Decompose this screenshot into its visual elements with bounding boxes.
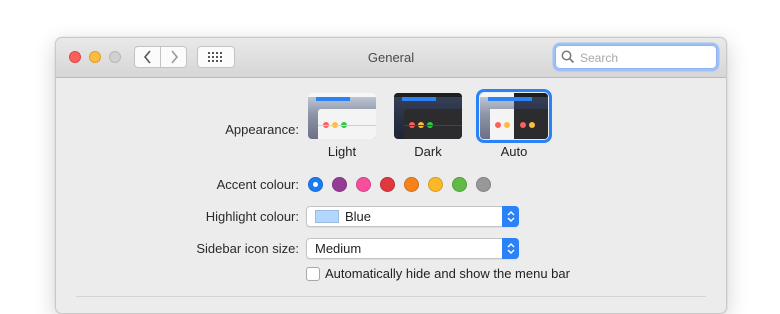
menu-bar-checkbox-label: Automatically hide and show the menu bar xyxy=(325,266,570,281)
accent-swatch-green[interactable] xyxy=(452,177,467,192)
system-preferences-window: General Appearance: Light Dark xyxy=(55,37,727,314)
search-icon xyxy=(561,50,575,64)
menu-bar-checkbox[interactable] xyxy=(306,267,320,281)
highlight-colour-popup[interactable]: Blue xyxy=(306,206,519,227)
appearance-dark-label: Dark xyxy=(414,144,442,159)
highlight-colour-value: Blue xyxy=(345,209,372,224)
sidebar-icon-size-popup[interactable]: Medium xyxy=(306,238,519,259)
sidebar-icon-size-stepper[interactable] xyxy=(502,238,519,259)
appearance-label: Appearance: xyxy=(225,122,299,137)
search-input[interactable] xyxy=(578,46,716,70)
accent-swatch-purple[interactable] xyxy=(332,177,347,192)
accent-colour-label: Accent colour: xyxy=(216,177,299,192)
title-bar: General xyxy=(56,38,726,78)
sidebar-icon-size-value: Medium xyxy=(315,241,362,256)
appearance-auto-label: Auto xyxy=(500,144,528,159)
sidebar-icon-size-label: Sidebar icon size: xyxy=(196,241,299,256)
chevron-up-down-icon xyxy=(507,243,514,254)
accent-swatch-red[interactable] xyxy=(380,177,395,192)
appearance-dark-thumbnail[interactable] xyxy=(394,93,462,139)
accent-swatch-pink[interactable] xyxy=(356,177,371,192)
chevron-up-down-icon xyxy=(507,211,514,222)
appearance-auto-thumbnail[interactable] xyxy=(476,89,552,143)
appearance-light-label: Light xyxy=(327,144,357,159)
divider xyxy=(76,296,706,297)
accent-swatch-graphite[interactable] xyxy=(476,177,491,192)
accent-swatch-orange[interactable] xyxy=(404,177,419,192)
appearance-light-thumbnail[interactable] xyxy=(308,93,376,139)
highlight-stepper[interactable] xyxy=(502,206,519,227)
accent-swatch-blue[interactable] xyxy=(308,177,323,192)
accent-swatch-yellow[interactable] xyxy=(428,177,443,192)
search-field[interactable] xyxy=(555,45,717,70)
highlight-colour-label: Highlight colour: xyxy=(205,209,299,224)
highlight-swatch xyxy=(315,210,339,223)
